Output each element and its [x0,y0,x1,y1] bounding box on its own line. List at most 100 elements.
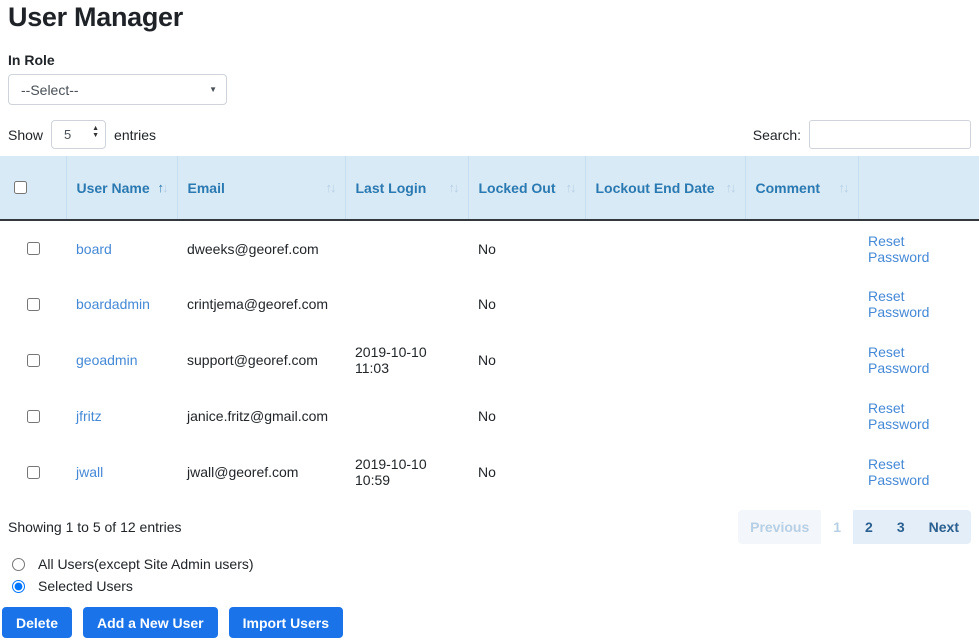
last-login-cell [345,276,468,332]
user-name-link[interactable]: jfritz [76,408,102,424]
row-checkbox[interactable] [27,466,40,479]
pagination-page-3[interactable]: 3 [885,510,917,544]
column-label: User Name [77,180,150,196]
column-header-lockout-end-date[interactable]: Lockout End Date ↑↓ [585,156,745,220]
in-role-label: In Role [8,52,979,68]
email-cell: support@georef.com [177,332,345,388]
lockout-end-date-cell [585,388,745,444]
comment-cell [745,220,858,276]
sort-icons: ↑↓ [326,180,335,195]
row-checkbox[interactable] [27,354,40,367]
lockout-end-date-cell [585,220,745,276]
user-name-link[interactable]: jwall [76,464,103,480]
column-label: Comment [756,180,821,196]
table-controls: Show 5 ▲ ▼ entries Search: [8,120,971,149]
reset-password-link[interactable]: Reset Password [868,456,929,488]
column-label: Locked Out [479,180,556,196]
selected-users-radio[interactable] [12,580,25,593]
table-row: board dweeks@georef.com No Reset Passwor… [0,220,979,276]
search-label: Search: [753,127,801,143]
pagination-page-2[interactable]: 2 [853,510,885,544]
column-label: Email [188,180,225,196]
table-footer: Showing 1 to 5 of 12 entries Previous 1 … [8,510,971,544]
selected-users-label: Selected Users [38,578,133,594]
column-header-locked-out[interactable]: Locked Out ↑↓ [468,156,585,220]
column-header-last-login[interactable]: Last Login ↑↓ [345,156,468,220]
locked-out-cell: No [468,332,585,388]
add-new-user-button[interactable]: Add a New User [83,607,218,638]
email-cell: dweeks@georef.com [177,220,345,276]
table-row: jwall jwall@georef.com 2019-10-10 10:59 … [0,444,979,500]
comment-cell [745,332,858,388]
show-label: Show [8,127,43,143]
column-header-actions [858,156,979,220]
lockout-end-date-cell [585,444,745,500]
scope-option-all-users[interactable]: All Users(except Site Admin users) [12,556,979,572]
user-name-link[interactable]: boardadmin [76,296,150,312]
comment-cell [745,276,858,332]
email-cell: crintjema@georef.com [177,276,345,332]
row-checkbox[interactable] [27,298,40,311]
comment-cell [745,388,858,444]
all-users-radio[interactable] [12,558,25,571]
comment-cell [745,444,858,500]
sort-desc-icon: ↓ [330,180,335,195]
show-entries-group: Show 5 ▲ ▼ entries [8,120,156,149]
entries-label: entries [114,127,156,143]
user-name-link[interactable]: board [76,241,112,257]
reset-password-link[interactable]: Reset Password [868,288,929,320]
email-cell: jwall@georef.com [177,444,345,500]
reset-password-link[interactable]: Reset Password [868,400,929,432]
reset-password-link[interactable]: Reset Password [868,344,929,376]
email-cell: janice.fritz@gmail.com [177,388,345,444]
lockout-end-date-cell [585,276,745,332]
entries-info: Showing 1 to 5 of 12 entries [8,519,182,535]
last-login-cell [345,220,468,276]
sort-icons: ↑↓ [566,180,575,195]
pagination-next[interactable]: Next [917,510,971,544]
row-checkbox[interactable] [27,242,40,255]
last-login-cell: 2019-10-10 10:59 [345,444,468,500]
select-all-header [0,156,66,220]
search-input[interactable] [809,120,971,149]
column-label: Last Login [356,180,427,196]
sort-icons: ↑↓ [726,180,735,195]
import-users-button[interactable]: Import Users [229,607,343,638]
select-all-checkbox[interactable] [14,181,27,194]
delete-button[interactable]: Delete [2,607,72,638]
page-size-select[interactable]: 5 [51,120,106,149]
search-group: Search: [753,120,971,149]
locked-out-cell: No [468,444,585,500]
lockout-end-date-cell [585,332,745,388]
last-login-cell: 2019-10-10 11:03 [345,332,468,388]
sort-icons: ↑↓ [158,180,167,195]
user-table: User Name ↑↓ Email ↑↓ Last Login ↑↓ Lock… [0,156,979,500]
pagination-previous[interactable]: Previous [738,510,821,544]
role-select[interactable]: --Select-- [8,74,227,105]
pagination-page-1[interactable]: 1 [821,510,853,544]
user-scope-options: All Users(except Site Admin users) Selec… [12,556,979,594]
scope-option-selected-users[interactable]: Selected Users [12,578,979,594]
row-checkbox[interactable] [27,410,40,423]
role-select-wrap: --Select-- ▼ [8,74,227,105]
sort-desc-icon: ↓ [570,180,575,195]
sort-desc-icon: ↓ [843,180,848,195]
column-header-comment[interactable]: Comment ↑↓ [745,156,858,220]
column-header-email[interactable]: Email ↑↓ [177,156,345,220]
sort-desc-icon: ↓ [453,180,458,195]
all-users-label: All Users(except Site Admin users) [38,556,254,572]
locked-out-cell: No [468,388,585,444]
pagination: Previous 1 2 3 Next [738,510,971,544]
column-header-user-name[interactable]: User Name ↑↓ [66,156,177,220]
column-label: Lockout End Date [596,180,715,196]
last-login-cell [345,388,468,444]
sort-icons: ↑↓ [449,180,458,195]
reset-password-link[interactable]: Reset Password [868,233,929,265]
sort-desc-icon: ↓ [730,180,735,195]
sort-icons: ↑↓ [839,180,848,195]
user-name-link[interactable]: geoadmin [76,352,138,368]
table-row: geoadmin support@georef.com 2019-10-10 1… [0,332,979,388]
locked-out-cell: No [468,276,585,332]
action-buttons: Delete Add a New User Import Users [2,607,979,638]
table-row: boardadmin crintjema@georef.com No Reset… [0,276,979,332]
